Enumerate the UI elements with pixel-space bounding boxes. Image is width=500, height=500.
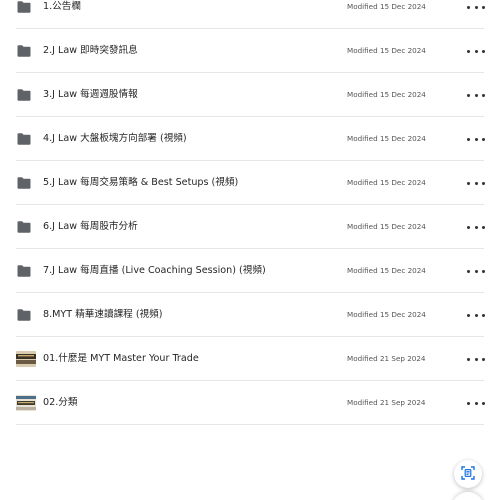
item-name: 2.J Law 即時突發訊息 bbox=[43, 45, 138, 56]
item-name: 5.J Law 每周交易策略 & Best Setups (視頻) bbox=[43, 177, 239, 188]
modified-date: Modified 15 Dec 2024 bbox=[347, 266, 426, 275]
item-name: 02.分類 bbox=[43, 397, 78, 408]
item-name: 7.J Law 每周直播 (Live Coaching Session) (視頻… bbox=[43, 265, 266, 276]
modified-date: Modified 15 Dec 2024 bbox=[347, 134, 426, 143]
file-browser: 1.公告欄 Modified 15 Dec 2024 2.J Law 即時突發訊息 M… bbox=[0, 0, 500, 500]
item-name: 8.MYT 精華速讀課程 (視頻) bbox=[43, 309, 163, 320]
folder-row[interactable]: 8.MYT 精華速讀課程 (視頻) Modified 15 Dec 2024 bbox=[0, 293, 500, 337]
image-thumbnail-icon bbox=[16, 395, 36, 411]
modified-date: Modified 21 Sep 2024 bbox=[347, 354, 426, 363]
folder-icon bbox=[17, 309, 31, 321]
modified-date: Modified 15 Dec 2024 bbox=[347, 222, 426, 231]
folder-icon bbox=[17, 221, 31, 233]
more-options-icon[interactable] bbox=[467, 310, 485, 320]
folder-icon bbox=[17, 265, 31, 277]
image-thumbnail-icon bbox=[16, 351, 36, 367]
file-row[interactable]: 02.分類 Modified 21 Sep 2024 bbox=[0, 381, 500, 425]
more-options-icon[interactable] bbox=[467, 354, 485, 364]
row-divider bbox=[16, 424, 484, 425]
item-name: 3.J Law 每週週股情報 bbox=[43, 89, 138, 100]
more-options-icon[interactable] bbox=[467, 222, 485, 232]
modified-date: Modified 21 Sep 2024 bbox=[347, 398, 426, 407]
modified-date: Modified 15 Dec 2024 bbox=[347, 90, 426, 99]
scan-button[interactable] bbox=[454, 460, 482, 488]
folder-icon bbox=[17, 89, 31, 101]
more-options-icon[interactable] bbox=[467, 266, 485, 276]
more-options-icon[interactable] bbox=[467, 134, 485, 144]
folder-row[interactable]: 2.J Law 即時突發訊息 Modified 15 Dec 2024 bbox=[0, 29, 500, 73]
item-name: 1.公告欄 bbox=[43, 1, 81, 12]
folder-icon bbox=[17, 177, 31, 189]
more-options-icon[interactable] bbox=[467, 46, 485, 56]
folder-row[interactable]: 1.公告欄 Modified 15 Dec 2024 bbox=[0, 0, 500, 29]
modified-date: Modified 15 Dec 2024 bbox=[347, 2, 426, 11]
folder-icon bbox=[17, 1, 31, 13]
file-row[interactable]: 01.什麼是 MYT Master Your Trade Modified 21 … bbox=[0, 337, 500, 381]
folder-row[interactable]: 5.J Law 每周交易策略 & Best Setups (視頻) Modifie… bbox=[0, 161, 500, 205]
secondary-fab[interactable] bbox=[452, 492, 484, 500]
folder-row[interactable]: 6.J Law 每周股市分析 Modified 15 Dec 2024 bbox=[0, 205, 500, 249]
modified-date: Modified 15 Dec 2024 bbox=[347, 46, 426, 55]
modified-date: Modified 15 Dec 2024 bbox=[347, 310, 426, 319]
modified-date: Modified 15 Dec 2024 bbox=[347, 178, 426, 187]
scan-document-icon bbox=[461, 465, 475, 484]
folder-row[interactable]: 3.J Law 每週週股情報 Modified 15 Dec 2024 bbox=[0, 73, 500, 117]
more-options-icon[interactable] bbox=[467, 178, 485, 188]
folder-row[interactable]: 7.J Law 每周直播 (Live Coaching Session) (視頻… bbox=[0, 249, 500, 293]
more-options-icon[interactable] bbox=[467, 398, 485, 408]
folder-icon bbox=[17, 45, 31, 57]
folder-row[interactable]: 4.J Law 大盤板塊方向部署 (視頻) Modified 15 Dec 202… bbox=[0, 117, 500, 161]
item-name: 01.什麼是 MYT Master Your Trade bbox=[43, 353, 199, 364]
item-name: 6.J Law 每周股市分析 bbox=[43, 221, 138, 232]
more-options-icon[interactable] bbox=[467, 2, 485, 12]
item-name: 4.J Law 大盤板塊方向部署 (視頻) bbox=[43, 133, 187, 144]
folder-icon bbox=[17, 133, 31, 145]
more-options-icon[interactable] bbox=[467, 90, 485, 100]
